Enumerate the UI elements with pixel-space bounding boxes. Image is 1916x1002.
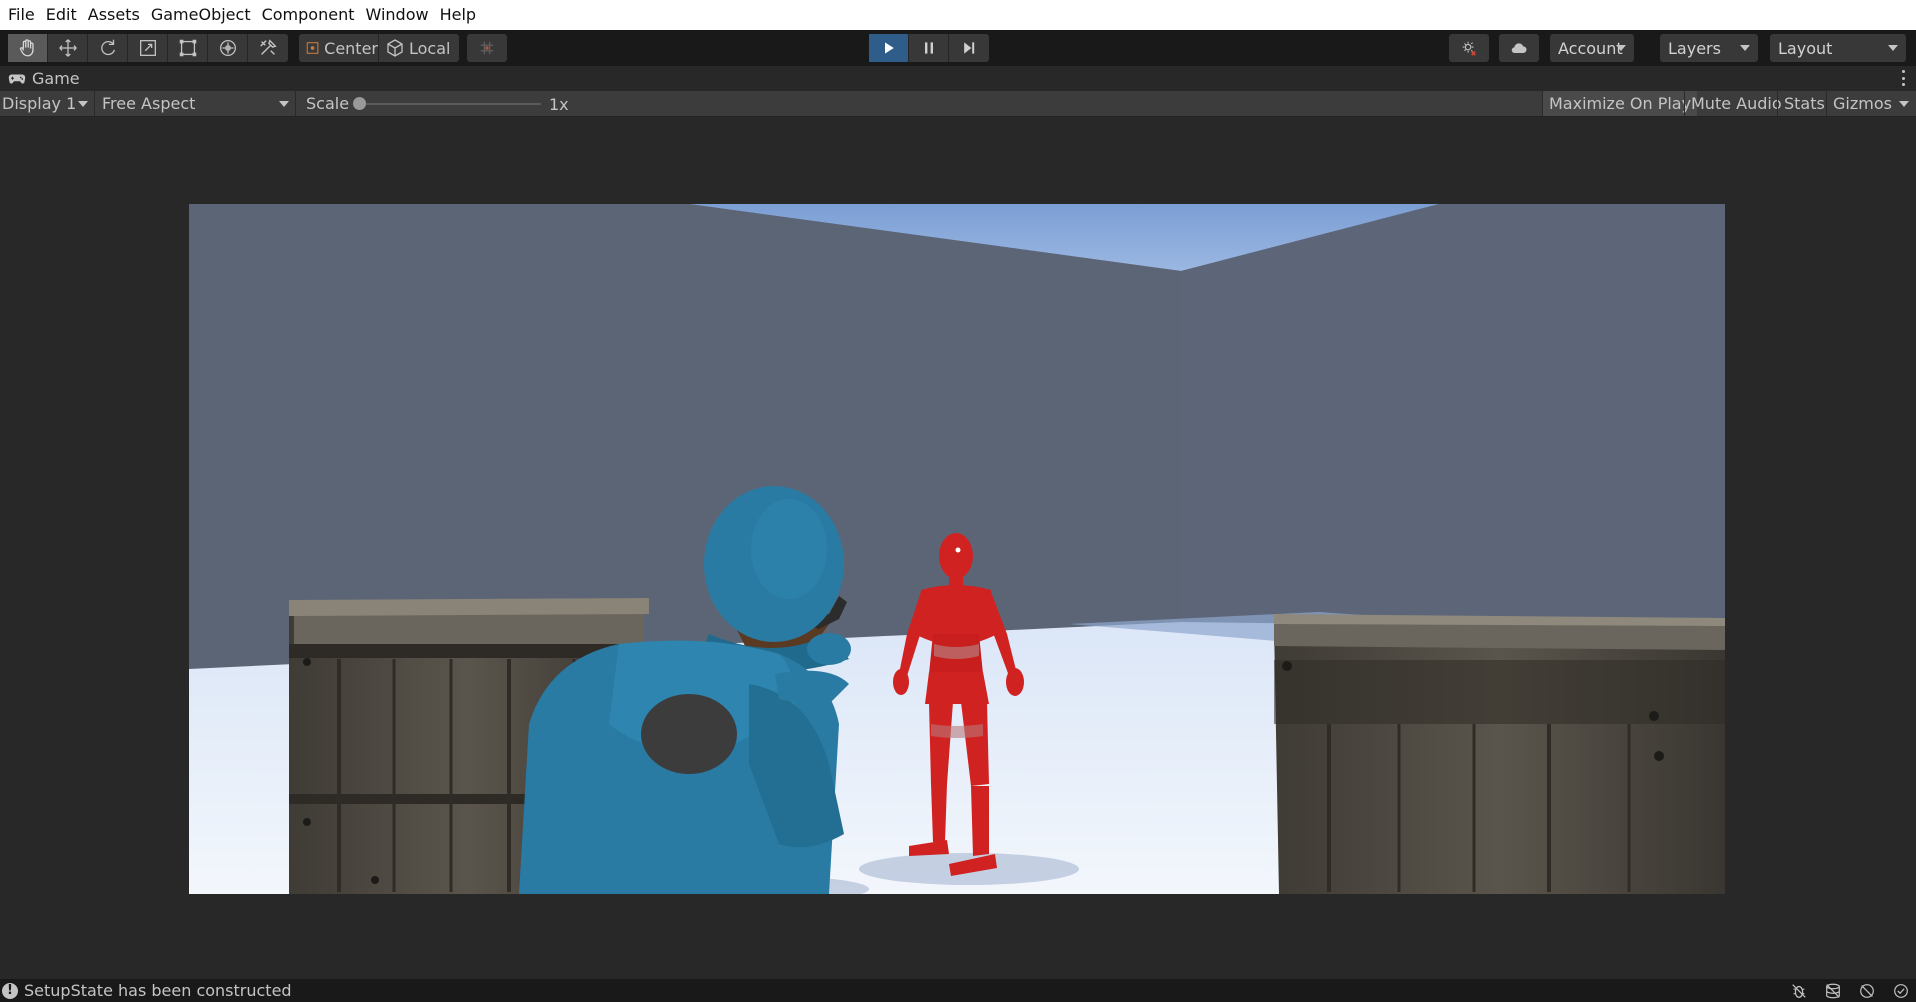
step-icon bbox=[964, 42, 975, 54]
scale-tool-button[interactable] bbox=[128, 34, 168, 62]
account-chevron-down-icon bbox=[1616, 45, 1626, 51]
info-icon: ! bbox=[2, 982, 18, 999]
game-view-controls: Display 1 Free Aspect Scale 1x Maximize … bbox=[0, 91, 1916, 117]
services-button[interactable] bbox=[1449, 34, 1489, 62]
menu-help[interactable]: Help bbox=[436, 0, 483, 30]
status-check-icon[interactable] bbox=[1892, 982, 1910, 1000]
scale-slider-thumb[interactable] bbox=[353, 97, 366, 110]
scale-value: 1x bbox=[549, 95, 569, 114]
console-message[interactable]: SetupState has been constructed bbox=[24, 981, 292, 1000]
auto-generate-lighting-icon[interactable] bbox=[1858, 982, 1876, 1000]
custom-tool-icon bbox=[260, 39, 277, 55]
tab-strip: Game bbox=[0, 66, 1916, 91]
aspect-chevron-down-icon bbox=[279, 101, 289, 107]
pivot-local-label: Local bbox=[409, 38, 451, 58]
tab-game-label: Game bbox=[32, 69, 80, 88]
grid-snap-icon bbox=[480, 41, 494, 55]
crate-right bbox=[1274, 614, 1725, 894]
display-dropdown[interactable]: Display 1 bbox=[0, 91, 95, 116]
right-wall bbox=[1181, 204, 1725, 644]
stats-toggle[interactable]: Stats bbox=[1777, 91, 1831, 116]
layers-dropdown[interactable]: Layers bbox=[1660, 34, 1758, 62]
scale-tool-icon bbox=[139, 40, 156, 56]
gamepad-icon bbox=[8, 73, 26, 84]
aspect-dropdown[interactable]: Free Aspect bbox=[99, 91, 296, 116]
scale-slider-track[interactable] bbox=[356, 103, 541, 105]
rect-tool-icon bbox=[179, 39, 196, 57]
move-tool-icon bbox=[58, 39, 77, 57]
pivot-center-label: Center bbox=[324, 38, 378, 58]
rect-tool-button[interactable] bbox=[168, 34, 208, 62]
layers-label: Layers bbox=[1668, 38, 1721, 58]
cloud-button[interactable] bbox=[1499, 34, 1539, 62]
account-dropdown[interactable]: Account bbox=[1550, 34, 1634, 62]
menu-assets[interactable]: Assets bbox=[84, 0, 147, 30]
main-toolbar: Center Local Account Layers Layout bbox=[0, 30, 1916, 66]
status-icons bbox=[1790, 982, 1910, 1000]
gizmos-dropdown[interactable] bbox=[1892, 91, 1916, 116]
hand-tool-icon bbox=[19, 39, 34, 57]
move-tool-button[interactable] bbox=[48, 34, 88, 62]
aspect-label: Free Aspect bbox=[102, 94, 196, 113]
pivot-center-toggle[interactable]: Center bbox=[299, 34, 379, 62]
mute-audio-toggle[interactable]: Mute Audio bbox=[1684, 91, 1788, 116]
menu-gameobject[interactable]: GameObject bbox=[147, 0, 258, 30]
pause-icon bbox=[924, 42, 933, 54]
maximize-on-play-toggle[interactable]: Maximize On Play bbox=[1542, 91, 1698, 116]
layers-chevron-down-icon bbox=[1740, 45, 1750, 51]
transform-tools bbox=[8, 34, 288, 62]
menu-component[interactable]: Component bbox=[258, 0, 362, 30]
pause-button[interactable] bbox=[909, 34, 949, 62]
cache-server-icon[interactable] bbox=[1824, 982, 1842, 1000]
play-icon bbox=[884, 42, 894, 54]
debug-mode-icon[interactable] bbox=[1790, 982, 1808, 1000]
scale-label: Scale bbox=[306, 94, 350, 113]
grid-snap-button[interactable] bbox=[467, 34, 507, 62]
custom-tool-button[interactable] bbox=[248, 34, 288, 62]
step-button[interactable] bbox=[949, 34, 989, 62]
layout-label: Layout bbox=[1778, 38, 1833, 58]
menu-bar: File Edit Assets GameObject Component Wi… bbox=[0, 0, 1916, 30]
transform-tool-button[interactable] bbox=[208, 34, 248, 62]
gizmos-toggle[interactable]: Gizmos bbox=[1826, 91, 1898, 116]
account-label: Account bbox=[1558, 38, 1623, 58]
game-scene-render[interactable] bbox=[189, 204, 1725, 894]
pivot-toggles: Center Local bbox=[299, 34, 459, 62]
play-button[interactable] bbox=[869, 34, 909, 62]
display-chevron-down-icon bbox=[78, 101, 88, 107]
cloud-icon bbox=[1511, 43, 1527, 54]
services-icon bbox=[1462, 41, 1476, 56]
layout-dropdown[interactable]: Layout bbox=[1770, 34, 1906, 62]
game-viewport[interactable] bbox=[0, 117, 1916, 979]
pivot-center-icon bbox=[306, 42, 319, 54]
menu-window[interactable]: Window bbox=[361, 0, 435, 30]
layout-chevron-down-icon bbox=[1888, 45, 1898, 51]
display-label: Display 1 bbox=[2, 94, 77, 113]
transform-tool-icon bbox=[219, 40, 236, 56]
status-bar: ! SetupState has been constructed bbox=[0, 979, 1916, 1002]
rotate-tool-icon bbox=[100, 39, 115, 56]
menu-edit[interactable]: Edit bbox=[42, 0, 84, 30]
playback-controls bbox=[869, 34, 989, 62]
gizmos-chevron-down-icon bbox=[1899, 101, 1909, 107]
tab-game[interactable]: Game bbox=[0, 66, 80, 91]
hand-tool-button[interactable] bbox=[8, 34, 48, 62]
pivot-local-toggle[interactable]: Local bbox=[379, 34, 459, 62]
rotate-tool-button[interactable] bbox=[88, 34, 128, 62]
menu-file[interactable]: File bbox=[4, 0, 42, 30]
more-options-icon[interactable] bbox=[1902, 70, 1906, 86]
pivot-local-icon bbox=[387, 39, 403, 57]
